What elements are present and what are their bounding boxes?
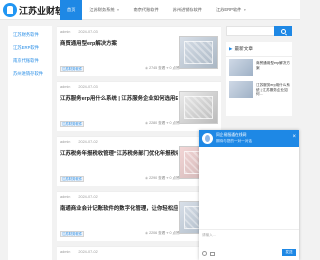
nav-item-suzhou-inventory[interactable]: 苏州进销存软件 [166, 0, 209, 20]
top-navigation-bar: 江苏业财软件 首页 江苏财务系统 ▼ 南京代账软件 苏州进销存软件 江苏ERP软件… [0, 0, 300, 20]
latest-article-title: 江苏服务erp用什么系统 | 江苏服务企业如何... [256, 83, 290, 96]
image-icon[interactable] [210, 251, 215, 256]
latest-articles-title: 最新文章 [234, 46, 253, 51]
article-stats: ◉2290 查看 ♥0 点赞 [145, 176, 180, 181]
article-author: admin [60, 140, 71, 144]
nav-item-home[interactable]: 首页 [60, 0, 83, 20]
search-bar [226, 26, 292, 36]
flag-icon: ▶ [229, 46, 233, 51]
nav-item-jiangsu-erp[interactable]: 江苏ERP软件 ▼ [209, 0, 253, 20]
article-date: 2024-07-02 [78, 140, 98, 144]
chevron-down-icon: ▼ [116, 8, 120, 12]
chat-messages [199, 147, 299, 229]
eye-icon: ◉ [145, 66, 149, 70]
logo-icon [3, 3, 17, 17]
view-count: 2280 查看 [149, 121, 166, 125]
article-date: 2024-07-02 [78, 250, 98, 254]
article-author: admin [60, 85, 71, 89]
article-title[interactable]: 商贸通用型erp解决方案 [60, 39, 178, 47]
nav-item-nanjing-bookkeeping[interactable]: 南京代账软件 [127, 0, 166, 20]
eye-icon: ◉ [145, 176, 149, 180]
article-meta: admin 2024-07-03 [60, 85, 106, 89]
nav-label: 江苏财务系统 [89, 7, 115, 12]
article-date: 2024-07-03 [78, 30, 98, 34]
view-count: 2745 查看 [149, 66, 166, 70]
main-nav: 首页 江苏财务系统 ▼ 南京代账软件 苏州进销存软件 江苏ERP软件 ▼ [60, 0, 253, 20]
avatar [202, 133, 213, 144]
chat-agent-name: 同企易服通在线网 [216, 133, 247, 137]
article-meta: admin 2024-07-02 [60, 140, 106, 144]
send-button[interactable]: 发送 [282, 249, 296, 256]
article-author: admin [60, 195, 71, 199]
chevron-down-icon: ▼ [243, 8, 247, 12]
article-card: admin 2024-07-03 商贸通用型erp解决方案 江苏财务软件 ◉274… [57, 26, 221, 76]
article-author: admin [60, 250, 71, 254]
nav-label: 苏州进销存软件 [172, 7, 202, 12]
article-meta: admin 2024-07-02 [60, 195, 106, 199]
latest-articles-header: ▶ 最新文章 [226, 42, 292, 57]
emoji-icon[interactable] [202, 251, 207, 256]
eye-icon: ◉ [145, 121, 149, 125]
article-card: admin 2024-07-02 江苏税务年报税收管理“江苏税务部门优化年报税收服… [57, 136, 221, 186]
nav-label: 首页 [67, 7, 76, 12]
view-count: 2206 查看 [149, 231, 166, 235]
latest-article-thumbnail [229, 81, 253, 98]
nav-label: 南京代账软件 [133, 7, 159, 12]
article-date: 2024-07-02 [78, 195, 98, 199]
sidebar-item-nanjing-bookkeeping[interactable]: 南京代账软件 [8, 55, 52, 67]
article-card: admin 2024-07-02 南通商业会计记账软件的数字化管理，让你轻松应对会… [57, 191, 221, 241]
article-title[interactable]: 南通商业会计记账软件的数字化管理，让你轻松应对会... [60, 204, 178, 212]
article-tag[interactable]: 江苏财务软件 [60, 231, 84, 237]
latest-article-item[interactable]: 商贸通用型erp解决方案 [229, 59, 291, 77]
latest-article-item[interactable]: 江苏服务erp用什么系统 | 江苏服务企业如何... [229, 81, 291, 99]
article-tag[interactable]: 江苏财务软件 [60, 176, 84, 182]
search-button[interactable] [274, 26, 292, 36]
article-stats: ◉2206 查看 ♥0 点赞 [145, 231, 180, 236]
chat-header: 同企易服通在线网 期待与您的一对一对话 × [199, 130, 299, 147]
sidebar-item-jiangsu-finance[interactable]: 江苏财务软件 [8, 29, 52, 41]
sidebar-item-suzhou-inventory[interactable]: 苏州进销存软件 [8, 68, 52, 80]
latest-article-title: 商贸通用型erp解决方案 [256, 61, 290, 70]
article-meta: admin 2024-07-02 [60, 250, 106, 254]
close-icon[interactable]: × [292, 134, 296, 140]
view-count: 2290 查看 [149, 176, 166, 180]
chat-widget: 同企易服通在线网 期待与您的一对一对话 × 请输入... 发送 [199, 130, 299, 260]
search-icon [280, 28, 286, 34]
chat-input[interactable]: 请输入... 发送 [199, 229, 299, 260]
article-thumbnail[interactable] [179, 91, 218, 124]
article-card: admin 2024-07-02 [57, 246, 221, 260]
article-stats: ◉2280 查看 ♥0 点赞 [145, 121, 180, 126]
nav-label: 江苏ERP软件 [215, 7, 242, 12]
article-title[interactable]: 江苏服务erp用什么系统 | 江苏服务企业如何选用ERP系... [60, 94, 178, 102]
latest-articles-panel: ▶ 最新文章 商贸通用型erp解决方案 江苏服务erp用什么系统 | 江苏服务企业… [226, 42, 292, 116]
article-author: admin [60, 30, 71, 34]
article-title[interactable]: 江苏税务年报税收管理“江苏税务部门优化年报税收服... [60, 149, 178, 157]
page-root: 江苏业财软件 首页 江苏财务系统 ▼ 南京代账软件 苏州进销存软件 江苏ERP软件… [0, 0, 300, 260]
latest-article-thumbnail [229, 59, 253, 76]
article-tag[interactable]: 江苏财务软件 [60, 121, 84, 127]
sidebar-item-jiangsu-erp[interactable]: 江苏ERP软件 [8, 42, 52, 54]
chat-subtitle: 期待与您的一对一对话 [216, 139, 252, 143]
article-date: 2024-07-03 [78, 85, 98, 89]
article-thumbnail[interactable] [179, 36, 218, 69]
chat-tools [202, 251, 215, 256]
article-list: admin 2024-07-03 商贸通用型erp解决方案 江苏财务软件 ◉274… [57, 26, 221, 260]
nav-item-jiangsu-finance-system[interactable]: 江苏财务系统 ▼ [82, 0, 126, 20]
article-card: admin 2024-07-03 江苏服务erp用什么系统 | 江苏服务企业如何选… [57, 81, 221, 131]
chat-input-placeholder: 请输入... [202, 233, 216, 237]
category-sidebar: 江苏财务软件 江苏ERP软件 南京代账软件 苏州进销存软件 [8, 26, 52, 260]
article-meta: admin 2024-07-03 [60, 30, 106, 34]
article-tag[interactable]: 江苏财务软件 [60, 66, 84, 72]
eye-icon: ◉ [145, 231, 149, 235]
article-stats: ◉2745 查看 ♥0 点赞 [145, 66, 180, 71]
right-column: ▶ 最新文章 商贸通用型erp解决方案 江苏服务erp用什么系统 | 江苏服务企业… [226, 26, 292, 116]
